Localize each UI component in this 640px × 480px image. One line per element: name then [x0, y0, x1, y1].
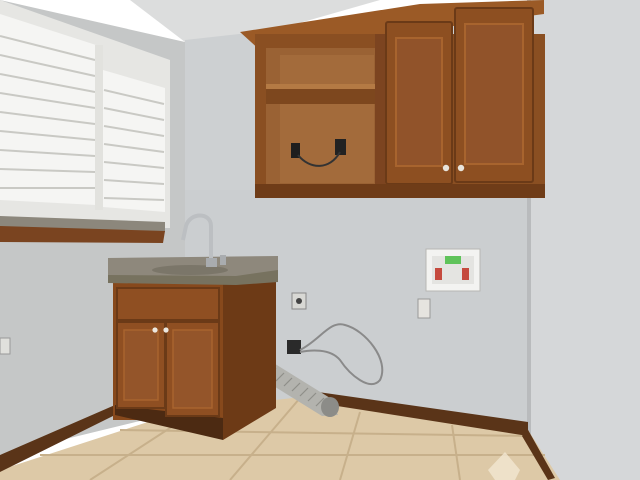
shutter-left — [0, 14, 96, 205]
washer-box — [425, 248, 481, 292]
faucet-handle — [220, 255, 226, 265]
left-wall-outlet — [0, 337, 11, 355]
vanity-door-left-panel — [123, 329, 159, 401]
upper-knob-right — [457, 164, 465, 172]
upper-door-left-panel — [395, 37, 443, 167]
dryer-duct-opening — [321, 397, 339, 417]
laundry-room-photo — [0, 0, 640, 480]
vanity-door-right-panel — [172, 329, 213, 409]
vanity-knob-right — [163, 327, 169, 333]
outlet-socket-low — [296, 298, 302, 304]
valve-hot — [435, 268, 442, 280]
washer-box-label — [445, 256, 461, 264]
vanity-drawer-front — [116, 287, 220, 321]
dryer-outlet — [287, 340, 301, 354]
upper-cabinet-divider — [375, 34, 385, 194]
open-shelf-board-top — [266, 84, 376, 89]
light-switch — [417, 298, 431, 319]
valve-cold — [462, 268, 469, 280]
faucet-base — [206, 258, 217, 267]
upper-door-right-panel — [464, 23, 524, 165]
window-center-post — [95, 45, 103, 210]
upper-cabinet — [240, 0, 545, 198]
vanity-knob-left — [152, 327, 158, 333]
upper-cabinet-bottom-rail — [255, 184, 545, 198]
upper-knob-left — [442, 164, 450, 172]
laundry-room-scene — [0, 0, 640, 480]
